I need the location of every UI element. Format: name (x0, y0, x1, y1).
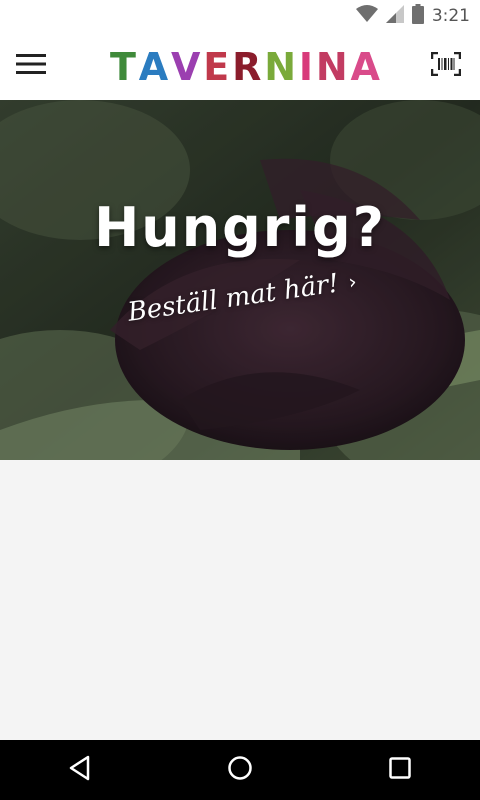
logo-letter: R (232, 45, 262, 89)
app-bar: TAVERNINA (0, 32, 480, 101)
app-logo: TAVERNINA (110, 46, 380, 88)
logo-letter: A (350, 45, 380, 89)
logo-letter: N (264, 45, 297, 89)
back-icon (68, 755, 92, 786)
home-button[interactable] (210, 745, 270, 795)
battery-icon (411, 3, 424, 29)
status-icons: 3:21 (355, 3, 470, 29)
logo-letter: T (110, 45, 136, 89)
hero-banner[interactable]: Hungrig? Beställ mat här! › (0, 100, 480, 460)
logo-letter: A (138, 45, 169, 89)
system-nav-bar (0, 740, 480, 800)
content-area (0, 460, 480, 740)
barcode-scan-button[interactable] (426, 46, 466, 86)
hamburger-menu-icon (16, 53, 46, 80)
home-icon (227, 755, 253, 786)
status-time: 3:21 (431, 6, 470, 26)
artichoke-photo (0, 100, 480, 460)
logo-letter: V (171, 45, 201, 89)
logo-letter: E (203, 45, 230, 89)
logo-letter: I (298, 45, 314, 89)
logo-letter: N (315, 45, 348, 89)
status-bar: 3:21 (0, 0, 480, 32)
wifi-icon (355, 4, 378, 28)
recents-icon (388, 756, 412, 785)
hero-title: Hungrig? (94, 196, 386, 259)
recents-button[interactable] (370, 745, 430, 795)
menu-button[interactable] (12, 46, 50, 86)
back-button[interactable] (50, 745, 110, 795)
barcode-scan-icon (430, 51, 462, 81)
signal-icon (385, 4, 404, 28)
